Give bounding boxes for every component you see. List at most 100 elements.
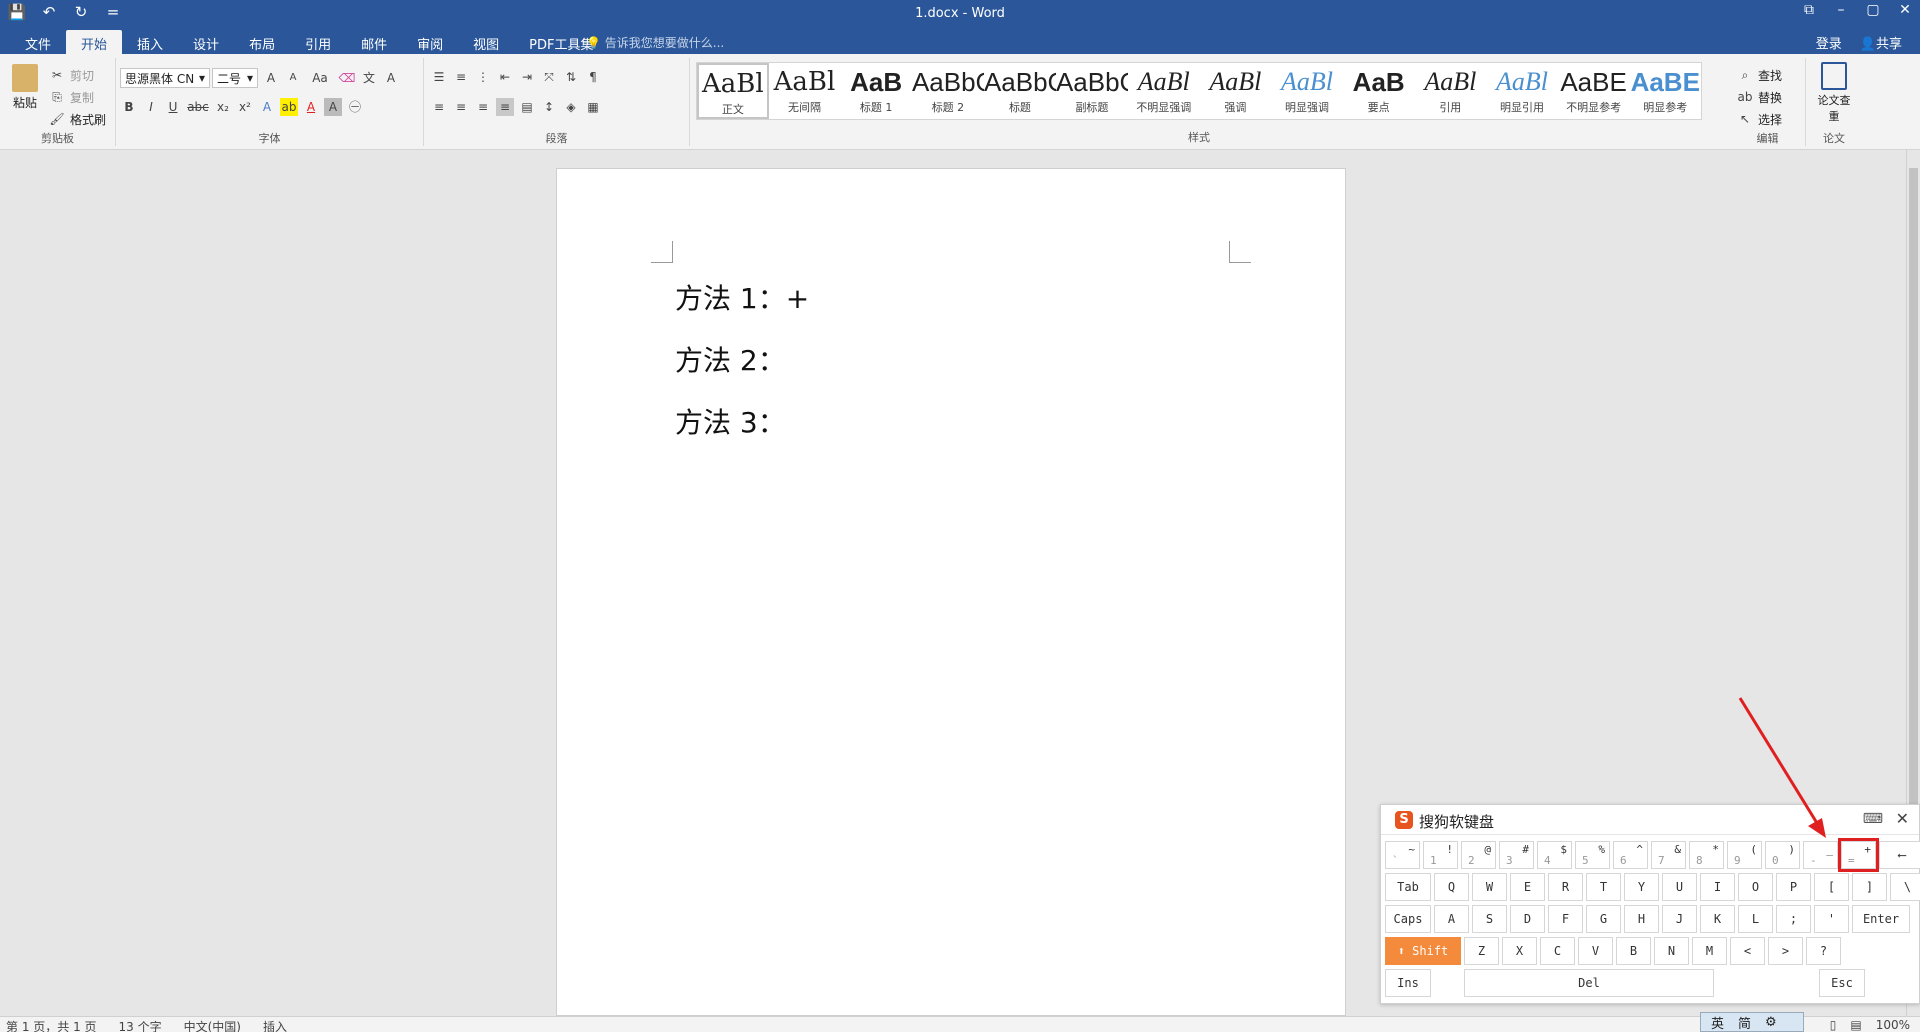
tab-home[interactable]: 开始 [66, 30, 123, 57]
tab-references[interactable]: 引用 [290, 30, 346, 57]
caps-key[interactable]: Caps [1385, 905, 1431, 933]
key[interactable]: * 8 [1689, 841, 1724, 869]
key[interactable]: H [1624, 905, 1659, 933]
maximize-button[interactable]: ▢ [1864, 2, 1882, 18]
backspace-key[interactable]: ⟵ [1879, 841, 1920, 869]
key[interactable]: $4 [1537, 841, 1572, 869]
key[interactable]: X [1502, 937, 1537, 965]
font-name-select[interactable]: 思源黑体 CN ▾ [120, 68, 210, 88]
increase-indent-icon[interactable]: ⇥ [518, 68, 536, 86]
tab-insert[interactable]: 插入 [122, 30, 178, 57]
style-item[interactable]: AaBl 明显强调 [1271, 63, 1343, 119]
key[interactable]: M [1692, 937, 1727, 965]
key[interactable]: ~ ` [1385, 841, 1420, 869]
clear-format-icon[interactable]: ⌫ [338, 69, 356, 87]
tab-design[interactable]: 设计 [178, 30, 234, 57]
superscript-button[interactable]: x² [236, 98, 254, 116]
style-item[interactable]: AaBE 不明显参考 [1558, 63, 1630, 119]
ribbon-display-icon[interactable]: ⧉ [1800, 2, 1818, 18]
key[interactable]: Z [1464, 937, 1499, 965]
phonetic-guide-icon[interactable]: 文 [360, 69, 378, 87]
underline-button[interactable]: U [164, 98, 182, 116]
esc-key[interactable]: Esc [1819, 969, 1865, 997]
cut-button[interactable]: ✂ 剪切 [48, 66, 94, 84]
style-item[interactable]: AaBl 无间隔 [769, 63, 841, 119]
key[interactable]: L [1738, 905, 1773, 933]
style-item[interactable]: AaBl 引用 [1415, 63, 1487, 119]
enter-key[interactable]: Enter [1852, 905, 1910, 933]
login-link[interactable]: 登录 [1816, 33, 1842, 52]
multilevel-list-icon[interactable]: ⋮ [474, 68, 492, 86]
tell-me-search[interactable]: 💡 告诉我您想要做什么... [586, 34, 724, 51]
tab-layout[interactable]: 布局 [234, 30, 290, 57]
bold-button[interactable]: B [120, 98, 138, 116]
distributed-icon[interactable]: ▤ [518, 98, 536, 116]
key[interactable]: V [1578, 937, 1613, 965]
keyboard-icon[interactable]: ⌨ [1863, 811, 1883, 827]
paragraph-line-3[interactable]: 方法 3： [675, 401, 786, 441]
key[interactable]: D [1510, 905, 1545, 933]
key[interactable]: S [1472, 905, 1507, 933]
key[interactable]: Y [1624, 873, 1659, 901]
show-marks-icon[interactable]: ¶ [584, 68, 602, 86]
grow-font-icon[interactable]: A [262, 69, 280, 87]
key[interactable]: ' [1814, 905, 1849, 933]
align-left-icon[interactable]: ≡ [430, 98, 448, 116]
tab-key[interactable]: Tab [1385, 873, 1431, 901]
key[interactable]: (9 [1727, 841, 1762, 869]
key[interactable]: I [1700, 873, 1735, 901]
font-color-icon[interactable]: A [302, 98, 320, 116]
align-right-icon[interactable]: ≡ [474, 98, 492, 116]
zoom-level[interactable]: 100% [1876, 1018, 1910, 1032]
bullets-icon[interactable]: ☰ [430, 68, 448, 86]
decrease-indent-icon[interactable]: ⇤ [496, 68, 514, 86]
style-item[interactable]: AaBl 正文 [697, 63, 769, 119]
shading-icon[interactable]: ◈ [562, 98, 580, 116]
style-item[interactable]: AaBl 明显引用 [1486, 63, 1558, 119]
style-item[interactable]: AaBl 强调 [1200, 63, 1272, 119]
key[interactable]: T [1586, 873, 1621, 901]
key[interactable]: ) 0 [1765, 841, 1800, 869]
numbering-icon[interactable]: ≡ [452, 68, 470, 86]
key[interactable]: C [1540, 937, 1575, 965]
key[interactable]: @2 [1461, 841, 1496, 869]
key[interactable]: K [1700, 905, 1735, 933]
enclose-char-icon[interactable]: ㊀ [346, 98, 364, 116]
key[interactable]: ] [1852, 873, 1887, 901]
print-layout-icon[interactable]: ▤ [1850, 1018, 1861, 1032]
key[interactable]: ^ 6 [1613, 841, 1648, 869]
style-item[interactable]: AaBbC 标题 2 [912, 63, 984, 119]
style-item[interactable]: AaBl 不明显强调 [1128, 63, 1200, 119]
document-page[interactable]: 方法 1：+ 方法 2： 方法 3： [556, 168, 1346, 1016]
style-item[interactable]: AaBbC 副标题 [1056, 63, 1128, 119]
key[interactable]: N [1654, 937, 1689, 965]
asian-layout-icon[interactable]: ⤧ [540, 68, 558, 86]
key[interactable]: J [1662, 905, 1697, 933]
paper-check-button[interactable]: 论文查重 [1814, 62, 1854, 124]
style-item[interactable]: AaBbC 标题 [984, 63, 1056, 119]
close-button[interactable]: ✕ [1896, 2, 1914, 18]
tab-view[interactable]: 视图 [458, 30, 514, 57]
key[interactable]: Q [1434, 873, 1469, 901]
key[interactable]: E [1510, 873, 1545, 901]
key[interactable]: R [1548, 873, 1583, 901]
ime-simplified-toggle[interactable]: 简 [1738, 1013, 1751, 1032]
highlight-icon[interactable]: ab [280, 98, 298, 116]
ime-english-toggle[interactable]: 英 [1711, 1013, 1724, 1032]
key[interactable]: % 5 [1575, 841, 1610, 869]
subscript-button[interactable]: x₂ [214, 98, 232, 116]
key[interactable]: ! 1 [1423, 841, 1458, 869]
language-indicator[interactable]: 中文(中国) [184, 1018, 241, 1032]
sort-icon[interactable]: ⇅ [562, 68, 580, 86]
key[interactable]: W [1472, 873, 1507, 901]
key[interactable]: G [1586, 905, 1621, 933]
key[interactable]: #3 [1499, 841, 1534, 869]
key[interactable]: ? [1806, 937, 1841, 965]
key[interactable]: A [1434, 905, 1469, 933]
line-spacing-icon[interactable]: ↕ [540, 98, 558, 116]
char-shading-icon[interactable]: A [324, 98, 342, 116]
key[interactable]: B [1616, 937, 1651, 965]
paragraph-line-1[interactable]: 方法 1：+ [675, 277, 809, 317]
tab-mailings[interactable]: 邮件 [346, 30, 402, 57]
borders-icon[interactable]: ▦ [584, 98, 602, 116]
